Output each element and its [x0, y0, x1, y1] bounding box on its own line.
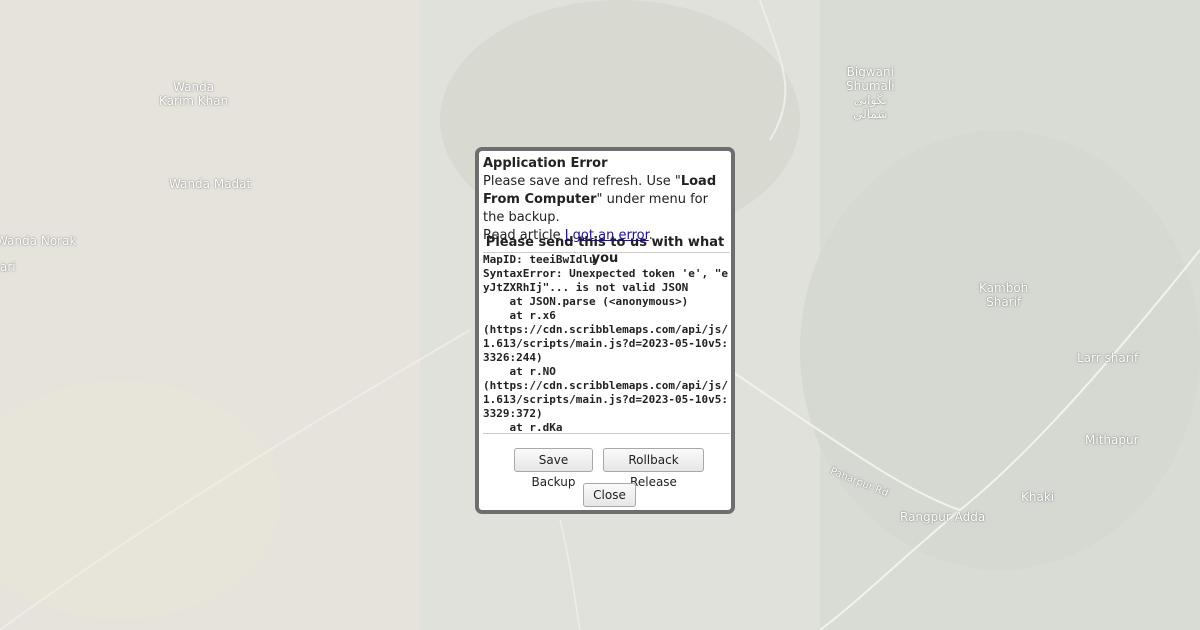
application-error-dialog: Application Error Please save and refres… [475, 147, 735, 514]
map-label-text: Wanda Karim Khan [159, 80, 229, 108]
map-label-text: Larr sharif [1077, 351, 1139, 365]
map-label-mithapur: Mithapur [1085, 433, 1139, 447]
map-label-kamboh-sharif: Kamboh Sharif [979, 281, 1028, 309]
map-label-text: Kamboh Sharif [979, 281, 1029, 309]
error-log-textarea[interactable]: MapID: teeiBwIdlu SyntaxError: Unexpecte… [483, 252, 730, 434]
map-label-text: Rangpur Adda [900, 510, 986, 524]
map-label-wanda-madat: Wanda Madat [169, 177, 251, 191]
dialog-title: Application Error [483, 156, 608, 171]
message-prefix: Please save and refresh. Use " [483, 174, 681, 189]
map-label-khaki: Khaki [1021, 490, 1054, 504]
map-label-text: Wanda Norak [0, 234, 77, 248]
map-label-text: Mithapur [1085, 433, 1139, 447]
save-backup-button[interactable]: Save Backup [514, 448, 593, 489]
map-label-text: Bigwani Shumali بگوانی شمالی [846, 65, 895, 121]
map-label-larr-sharif: Larr sharif [1077, 351, 1138, 365]
map-label-wanda-karim-khan: Wanda Karim Khan [159, 80, 228, 108]
close-button[interactable]: Close [583, 483, 636, 507]
map-label-wanda-norak: Wanda Norak [0, 234, 76, 248]
map-label-ari: ari [0, 260, 16, 274]
map-label-text: ari [0, 260, 16, 274]
rollback-release-button[interactable]: Rollback Release [603, 448, 704, 489]
map-label-rangpur-adda: Rangpur Adda [900, 510, 985, 524]
map-label-text: Khaki [1021, 490, 1055, 504]
map-label-text: Wanda Madat [169, 177, 252, 191]
map-label-bigwani-shumali: Bigwani Shumali بگوانی شمالی [846, 65, 895, 121]
